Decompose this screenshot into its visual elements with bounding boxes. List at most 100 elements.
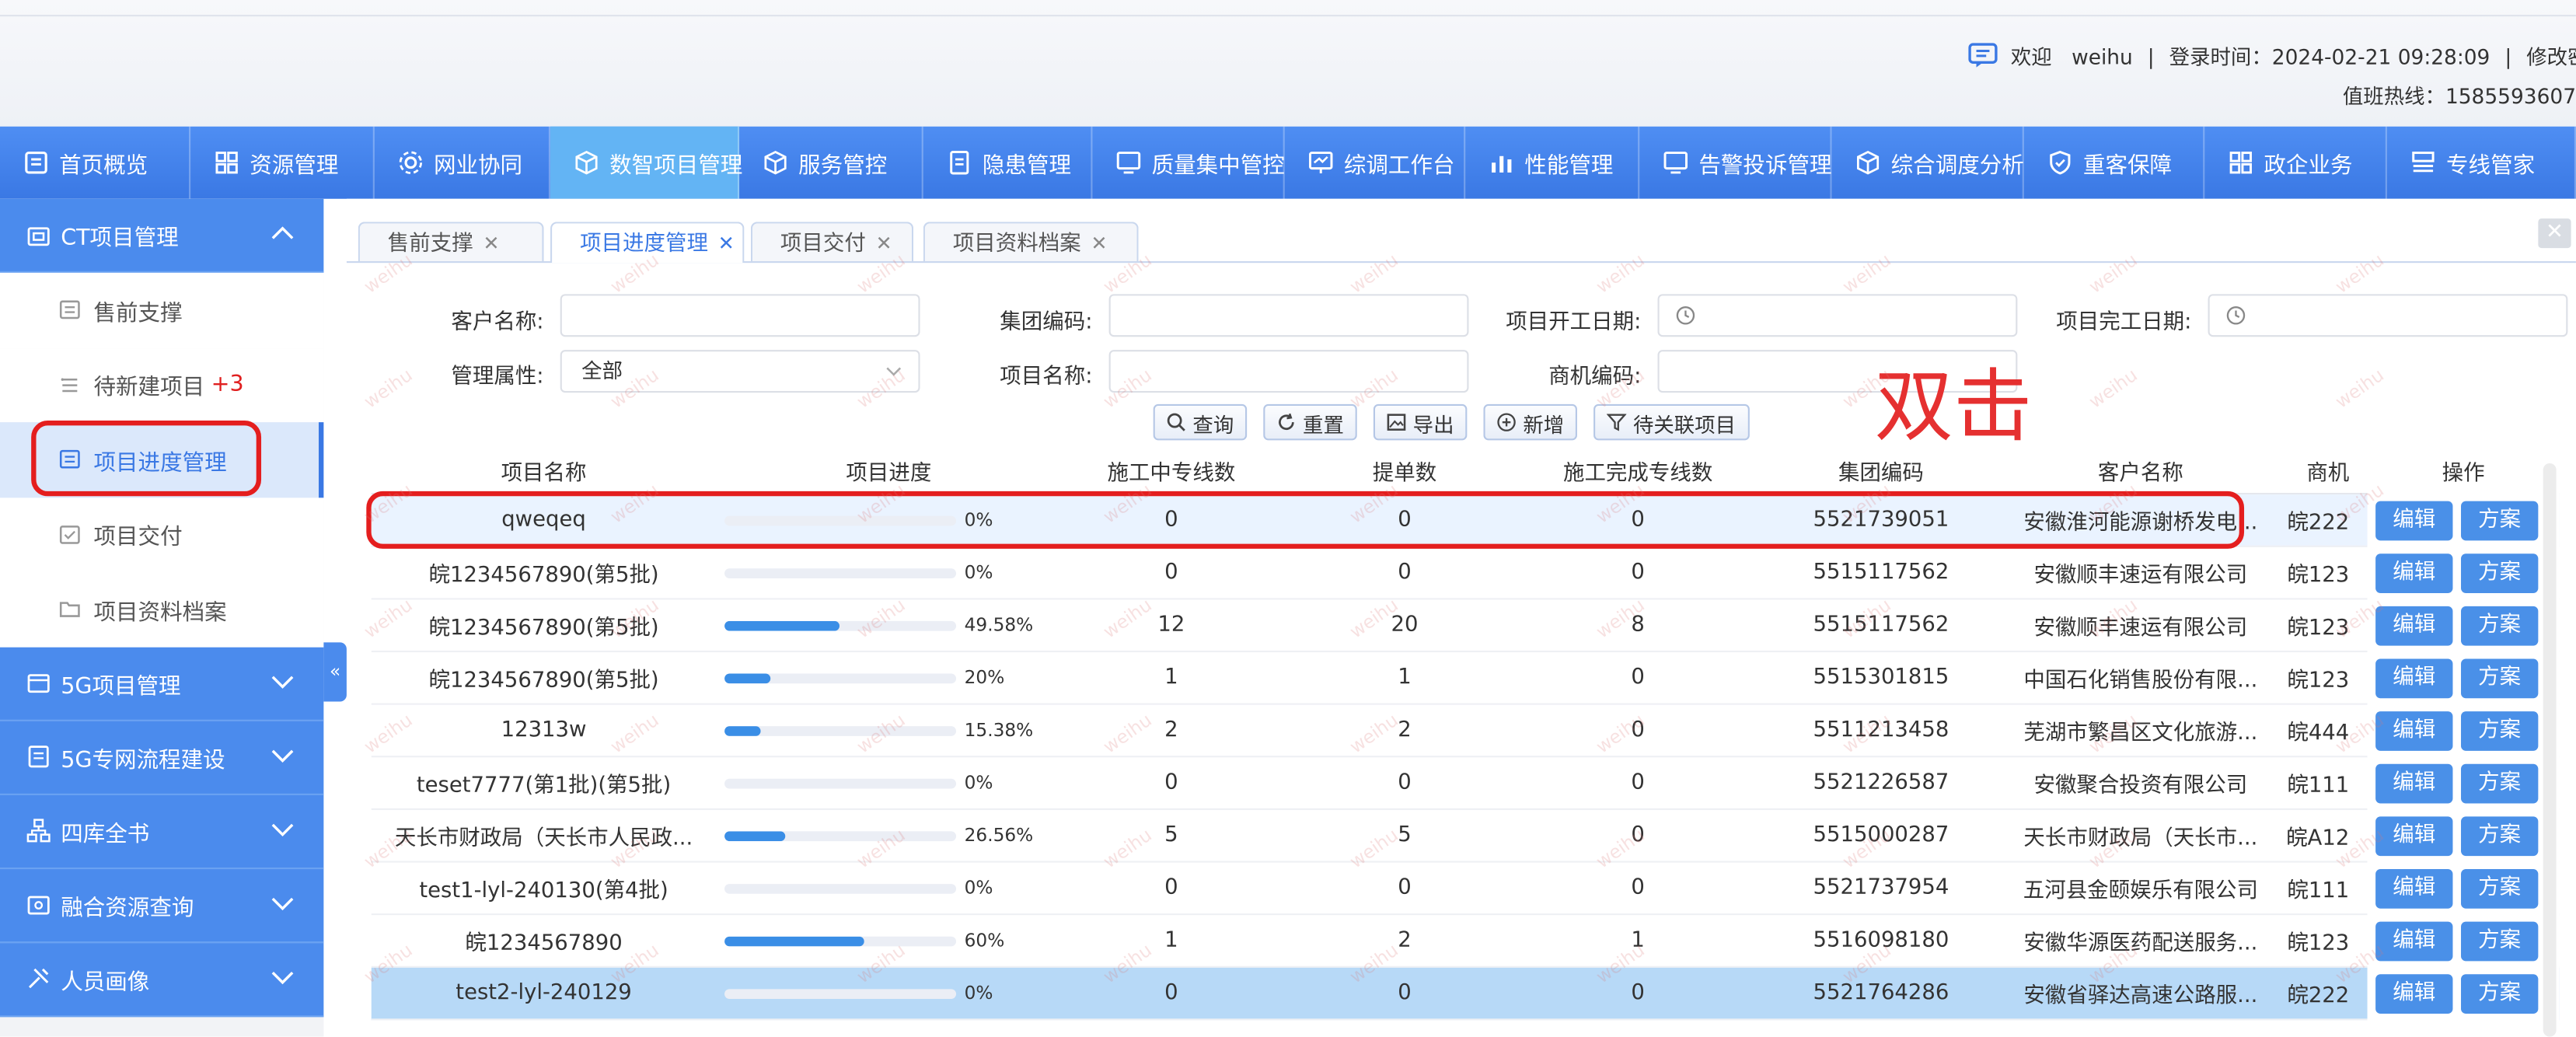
progress-bar (724, 672, 957, 683)
plan-button[interactable]: 方案 (2461, 816, 2539, 857)
table-row[interactable]: 皖1234567890(第5批) 20% 1 1 0 5515301815 中国石化销售股份… (371, 652, 2560, 705)
tab-delivery[interactable]: 项目交付 ✕ (750, 222, 914, 262)
nav-label: 网业协同 (433, 152, 523, 180)
add-button[interactable]: 新增 (1483, 403, 1578, 441)
edit-button[interactable]: 编辑 (2375, 658, 2453, 699)
progress-text: 0% (964, 771, 993, 793)
close-icon[interactable]: ✕ (876, 232, 892, 255)
progress-bar (724, 777, 957, 788)
cell-in-construction: 0 (1164, 980, 1178, 1006)
nav-vip[interactable]: 重客保障 (2024, 126, 2205, 199)
nav-performance[interactable]: 性能管理 (1465, 126, 1640, 199)
tab-presales[interactable]: 售前支撑 ✕ (358, 222, 544, 262)
edit-button[interactable]: 编辑 (2375, 816, 2453, 857)
col-progress[interactable]: 项目进度 (716, 457, 1061, 493)
start-date-picker[interactable] (1657, 294, 2018, 337)
col-group-code[interactable]: 集团编码 (1748, 457, 2014, 493)
change-password-link[interactable]: 修改密码 (2526, 44, 2576, 69)
col-opportunity[interactable]: 商机 (2267, 457, 2349, 493)
nav-line-manager[interactable]: 专线管家 (2387, 126, 2576, 199)
sidebar-item-presales[interactable]: 售前支撑 (0, 272, 324, 348)
progress-bar (724, 830, 957, 841)
nav-service[interactable]: 服务管控 (739, 126, 923, 199)
cell-customer-name: 安徽顺丰速运有限公司 (2033, 616, 2248, 641)
col-completed[interactable]: 施工完成专线数 (1528, 457, 1748, 493)
plan-button[interactable]: 方案 (2461, 711, 2539, 751)
plan-button[interactable]: 方案 (2461, 869, 2539, 909)
col-project-name[interactable]: 项目名称 (372, 457, 717, 493)
cell-completed: 0 (1631, 770, 1645, 795)
query-button[interactable]: 查询 (1153, 403, 1248, 441)
close-icon[interactable]: ✕ (1091, 232, 1107, 255)
project-name-input[interactable] (1108, 350, 1469, 393)
nav-home[interactable]: 首页概览 (0, 126, 191, 199)
sidebar-group-resource-query[interactable]: 融合资源查询 (0, 868, 324, 943)
col-in-construction[interactable]: 施工中专线数 (1061, 457, 1281, 493)
sidebar-group-5g-network[interactable]: 5G专网流程建设 (0, 720, 324, 794)
mgmt-attr-select[interactable]: 全部 (560, 350, 920, 393)
nav-workbench[interactable]: 综调工作台 (1285, 126, 1466, 199)
table-row[interactable]: 12313w 15.38% 2 2 0 5511213458 芜湖市繁昌区文化旅游... 皖4… (371, 705, 2560, 758)
tab-label: 项目进度管理 (580, 232, 708, 257)
edit-button[interactable]: 编辑 (2375, 501, 2453, 541)
progress-bar-fill (724, 620, 839, 630)
link-project-button[interactable]: 待关联项目 (1593, 403, 1749, 441)
close-icon[interactable]: ✕ (483, 232, 499, 255)
sidebar-group-personnel[interactable]: 人员画像 (0, 942, 324, 1017)
edit-button[interactable]: 编辑 (2375, 606, 2453, 646)
nav-resource[interactable]: 资源管理 (190, 126, 375, 199)
cell-group-code: 5521737954 (1813, 875, 1949, 901)
cell-customer-name: 中国石化销售股份有限... (2023, 669, 2258, 693)
nav-quality[interactable]: 质量集中管控 (1092, 126, 1285, 199)
close-icon[interactable]: ✕ (718, 232, 735, 255)
nav-dispatch[interactable]: 综合调度分析 (1832, 126, 2024, 199)
plan-button[interactable]: 方案 (2461, 658, 2539, 699)
vertical-scrollbar[interactable] (2543, 463, 2557, 1037)
table-row[interactable]: test1-lyl-240130(第4批) 0% 0 0 0 5521737954 五河县金… (371, 863, 2560, 916)
tab-archive[interactable]: 项目资料档案 ✕ (923, 222, 1139, 262)
tab-progress-mgmt[interactable]: 项目进度管理 ✕ (550, 222, 745, 264)
table-row[interactable]: test2-lyl-240129 0% 0 0 0 5521764286 安徽省驿达高速公路… (371, 967, 2560, 1021)
edit-button[interactable]: 编辑 (2375, 974, 2453, 1014)
group-code-input[interactable] (1108, 294, 1469, 337)
plan-button[interactable]: 方案 (2461, 553, 2539, 593)
customer-name-input[interactable] (560, 294, 920, 337)
edit-button[interactable]: 编辑 (2375, 553, 2453, 593)
edit-button[interactable]: 编辑 (2375, 869, 2453, 909)
edit-button[interactable]: 编辑 (2375, 921, 2453, 962)
col-customer-name[interactable]: 客户名称 (2014, 457, 2267, 493)
end-date-picker[interactable] (2208, 294, 2568, 337)
nav-project-mgmt[interactable]: 数智项目管理 (550, 126, 742, 199)
nav-enterprise[interactable]: 政企业务 (2204, 126, 2387, 199)
sidebar-collapse-toggle[interactable]: « (323, 642, 347, 702)
table-row[interactable]: 皖1234567890(第5批) 0% 0 0 0 5515117562 安徽顺丰速运有限公… (371, 547, 2560, 600)
export-button[interactable]: 导出 (1373, 403, 1468, 441)
table-row[interactable]: teset7777(第1批)(第5批) 0% 0 0 0 5521226587 安徽聚合投资… (371, 757, 2560, 810)
message-icon[interactable] (1968, 43, 1998, 74)
progress-bar (724, 725, 957, 735)
sidebar-group-library[interactable]: 四库全书 (0, 794, 324, 868)
sidebar-item-delivery[interactable]: 项目交付 (0, 497, 324, 572)
nav-alarm[interactable]: 告警投诉管理 (1639, 126, 1832, 199)
sidebar-item-pending-projects[interactable]: 待新建项目 +3 (0, 347, 324, 423)
nav-hazard[interactable]: 隐患管理 (923, 126, 1093, 199)
plan-button[interactable]: 方案 (2461, 763, 2539, 804)
close-page-icon[interactable]: ✕ (2538, 218, 2571, 249)
edit-button[interactable]: 编辑 (2375, 711, 2453, 751)
sidebar-group-ct-project[interactable]: CT项目管理 (0, 198, 324, 273)
plan-button[interactable]: 方案 (2461, 501, 2539, 541)
sidebar-item-archive[interactable]: 项目资料档案 (0, 571, 324, 647)
nav-collab[interactable]: 网业协同 (375, 126, 551, 199)
table-row[interactable]: 皖1234567890(第5批) 49.58% 12 20 8 5515117562 安徽顺… (371, 599, 2560, 653)
bar-chart-icon (1492, 155, 1512, 173)
sidebar-group-5g-project[interactable]: 5G项目管理 (0, 646, 324, 721)
plan-button[interactable]: 方案 (2461, 974, 2539, 1014)
plan-button[interactable]: 方案 (2461, 921, 2539, 962)
table-row[interactable]: 天长市财政局（天长市人民政... 26.56% 5 5 0 5515000287 天长市财政… (371, 810, 2560, 863)
edit-button[interactable]: 编辑 (2375, 763, 2453, 804)
reset-button[interactable]: 重置 (1263, 403, 1357, 441)
plan-button[interactable]: 方案 (2461, 606, 2539, 646)
progress-bar (724, 567, 957, 578)
table-row[interactable]: 皖1234567890 60% 1 2 1 5516098180 安徽华源医药配送服务...… (371, 915, 2560, 968)
col-orders[interactable]: 提单数 (1282, 457, 1528, 493)
